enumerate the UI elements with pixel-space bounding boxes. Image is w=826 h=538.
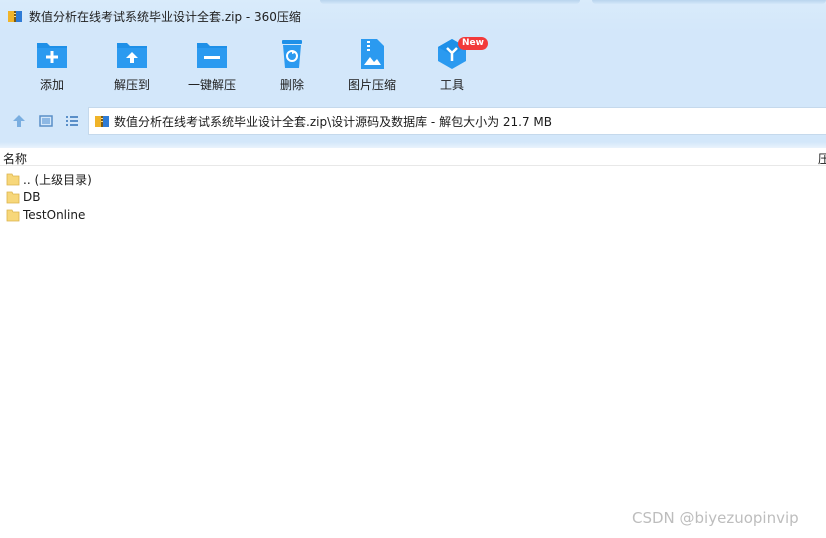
column-header-name[interactable]: 名称 <box>3 150 27 167</box>
list-item-folder[interactable]: DB <box>0 188 826 206</box>
folder-icon <box>6 173 20 186</box>
toolbar: 添加 解压到 一键解压 删除 图片压缩 New 工具 <box>0 32 826 102</box>
address-bar-row: 数值分析在线考试系统毕业设计全套.zip\设计源码及数据库 - 解包大小为 21… <box>0 102 826 142</box>
extract-to-label: 解压到 <box>113 78 150 92</box>
folder-icon <box>6 191 20 204</box>
list-item-name: .. (上级目录) <box>23 172 92 187</box>
one-click-extract-icon <box>197 43 227 68</box>
delete-icon <box>282 40 302 68</box>
delete-label: 删除 <box>279 78 304 92</box>
arrow-up-icon <box>13 115 25 127</box>
window-edge-decoration <box>592 0 826 4</box>
tools-button[interactable]: New 工具 <box>412 37 492 98</box>
one-click-extract-label: 一键解压 <box>187 78 236 92</box>
thumbnail-view-icon <box>39 115 53 127</box>
list-view-button[interactable] <box>63 112 81 130</box>
add-icon <box>37 43 67 68</box>
watermark: CSDN @biyezuopinvip <box>632 509 799 527</box>
extract-to-icon <box>117 43 147 68</box>
file-list: .. (上级目录) DB TestOnline <box>0 170 826 224</box>
folder-icon <box>6 209 20 222</box>
list-view-icon <box>66 116 78 126</box>
list-item-name: TestOnline <box>23 208 86 222</box>
one-click-extract-button[interactable]: 一键解压 <box>172 38 252 98</box>
window-edge-decoration <box>320 0 580 4</box>
title-bar: 数值分析在线考试系统毕业设计全套.zip - 360压缩 <box>0 0 826 32</box>
new-badge: New <box>458 37 488 50</box>
extract-to-button[interactable]: 解压到 <box>92 38 172 98</box>
file-list-header: 名称 压 <box>0 148 826 166</box>
image-compress-label: 图片压缩 <box>347 78 396 92</box>
add-label: 添加 <box>39 78 64 92</box>
thumbnail-view-button[interactable] <box>37 112 55 130</box>
address-path: 数值分析在线考试系统毕业设计全套.zip\设计源码及数据库 - 解包大小为 21… <box>114 114 553 129</box>
up-level-button[interactable] <box>10 112 28 130</box>
list-item-parent-directory[interactable]: .. (上级目录) <box>0 170 826 188</box>
zip-archive-icon <box>95 116 109 127</box>
tools-label: 工具 <box>439 78 464 92</box>
list-item-folder[interactable]: TestOnline <box>0 206 826 224</box>
delete-button[interactable]: 删除 <box>252 38 332 98</box>
zip-archive-icon <box>8 11 22 22</box>
list-item-name: DB <box>23 190 41 204</box>
add-button[interactable]: 添加 <box>12 38 92 98</box>
column-header-compressed-size[interactable]: 压 <box>818 150 826 167</box>
image-compress-button[interactable]: 图片压缩 <box>332 38 412 98</box>
window-title: 数值分析在线考试系统毕业设计全套.zip - 360压缩 <box>29 9 301 24</box>
image-compress-icon <box>361 39 384 69</box>
address-field[interactable]: 数值分析在线考试系统毕业设计全套.zip\设计源码及数据库 - 解包大小为 21… <box>88 107 826 135</box>
